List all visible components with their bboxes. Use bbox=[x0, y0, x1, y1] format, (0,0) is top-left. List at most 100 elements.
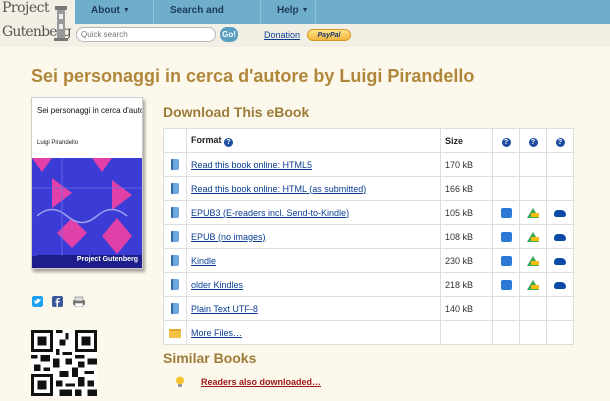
size-cell: 218 kB bbox=[440, 272, 493, 297]
facebook-icon[interactable] bbox=[52, 296, 63, 307]
onedrive-icon[interactable] bbox=[554, 281, 566, 289]
row-icon-cell bbox=[163, 296, 187, 321]
table-row: EPUB3 (E-readers incl. Send-to-Kindle) 10… bbox=[163, 200, 574, 225]
search-go-button[interactable]: Go! bbox=[220, 27, 238, 42]
table-row: EPUB (no images) 108 kB bbox=[163, 224, 574, 249]
logo-line1: Project bbox=[2, 0, 50, 16]
table-row: older Kindles 218 kB bbox=[163, 272, 574, 297]
quick-search-input[interactable] bbox=[76, 27, 216, 42]
nav-help[interactable]: Help ▼ bbox=[261, 0, 316, 24]
dropbox-cell bbox=[492, 320, 520, 345]
dropbox-cell[interactable] bbox=[492, 200, 520, 225]
nav-about[interactable]: About ▼ bbox=[75, 0, 154, 24]
header-dropbox-help: ? bbox=[492, 128, 520, 153]
gdrive-cell bbox=[519, 152, 547, 177]
cover-author: Luigi Pirandello bbox=[37, 140, 79, 146]
onedrive-icon[interactable] bbox=[554, 257, 566, 265]
dropbox-icon[interactable] bbox=[500, 279, 512, 290]
lightbulb-icon bbox=[176, 376, 184, 387]
size-cell bbox=[440, 320, 493, 345]
readers-also-downloaded-link[interactable]: Readers also downloaded… bbox=[201, 377, 321, 387]
gdrive-cell[interactable] bbox=[519, 224, 547, 249]
format-cell: More Files… bbox=[186, 320, 441, 345]
cover-art-image bbox=[32, 158, 142, 268]
gdrive-cell bbox=[519, 176, 547, 201]
onedrive-cell[interactable] bbox=[546, 248, 574, 273]
header-onedrive-help: ? bbox=[546, 128, 574, 153]
paypal-button[interactable]: PayPal bbox=[307, 29, 351, 41]
qr-code-image bbox=[31, 330, 97, 396]
format-cell: EPUB3 (E-readers incl. Send-to-Kindle) bbox=[186, 200, 441, 225]
book-icon bbox=[171, 303, 179, 315]
google-drive-icon[interactable] bbox=[527, 255, 539, 266]
onedrive-icon[interactable] bbox=[554, 209, 566, 217]
dropbox-cell bbox=[492, 296, 520, 321]
format-link[interactable]: Kindle bbox=[191, 256, 216, 266]
format-link[interactable]: older Kindles bbox=[191, 280, 243, 290]
nav-search-browse[interactable]: Search and Browse▼ bbox=[154, 0, 261, 38]
book-icon bbox=[171, 279, 179, 291]
help-icon[interactable]: ? bbox=[501, 137, 511, 147]
dropbox-cell[interactable] bbox=[492, 224, 520, 249]
google-drive-icon[interactable] bbox=[527, 279, 539, 290]
header-format: Format ? bbox=[186, 128, 441, 153]
chevron-down-icon: ▼ bbox=[122, 7, 130, 14]
gdrive-cell bbox=[519, 296, 547, 321]
gdrive-cell[interactable] bbox=[519, 200, 547, 225]
onedrive-cell bbox=[546, 320, 574, 345]
page-title: Sei personaggi in cerca d'autore by Luig… bbox=[31, 66, 475, 86]
format-link[interactable]: EPUB (no images) bbox=[191, 232, 266, 242]
download-heading: Download This eBook bbox=[163, 104, 310, 120]
table-header-row: Format ? Size ? ? ? bbox=[163, 128, 574, 153]
help-icon[interactable]: ? bbox=[528, 137, 538, 147]
format-link[interactable]: Plain Text UTF-8 bbox=[191, 304, 258, 314]
format-link[interactable]: Read this book online: HTML5 bbox=[191, 160, 312, 170]
google-drive-icon[interactable] bbox=[527, 207, 539, 218]
book-icon bbox=[171, 255, 179, 267]
book-cover: Sei personaggi in cerca d'autore Luigi P… bbox=[31, 97, 143, 269]
project-gutenberg-logo[interactable]: Project Gutenberg bbox=[0, 0, 75, 47]
table-row: Plain Text UTF-8 140 kB bbox=[163, 296, 574, 321]
nav-help-label: Help bbox=[277, 5, 299, 16]
size-cell: 105 kB bbox=[440, 200, 493, 225]
dropbox-cell[interactable] bbox=[492, 248, 520, 273]
format-cell: Read this book online: HTML (as submitte… bbox=[186, 176, 441, 201]
twitter-icon[interactable] bbox=[32, 296, 43, 307]
format-link[interactable]: Read this book online: HTML (as submitte… bbox=[191, 184, 366, 194]
site-header: Project Gutenberg About▼ Search and Brow… bbox=[0, 0, 610, 47]
format-cell: older Kindles bbox=[186, 272, 441, 297]
onedrive-icon[interactable] bbox=[554, 233, 566, 241]
format-link[interactable]: More Files… bbox=[191, 328, 242, 338]
format-cell: EPUB (no images) bbox=[186, 224, 441, 249]
onedrive-cell bbox=[546, 176, 574, 201]
table-row: Read this book online: HTML (as submitte… bbox=[163, 176, 574, 201]
dropbox-icon[interactable] bbox=[500, 255, 512, 266]
book-icon bbox=[171, 207, 179, 219]
onedrive-cell[interactable] bbox=[546, 272, 574, 297]
format-cell: Kindle bbox=[186, 248, 441, 273]
size-cell: 230 kB bbox=[440, 248, 493, 273]
gdrive-cell bbox=[519, 320, 547, 345]
dropbox-icon[interactable] bbox=[500, 231, 512, 242]
size-cell: 140 kB bbox=[440, 296, 493, 321]
gdrive-cell[interactable] bbox=[519, 248, 547, 273]
print-icon[interactable] bbox=[72, 296, 86, 307]
help-icon[interactable]: ? bbox=[224, 137, 234, 147]
google-drive-icon[interactable] bbox=[527, 231, 539, 242]
format-link[interactable]: EPUB3 (E-readers incl. Send-to-Kindle) bbox=[191, 208, 349, 218]
dropbox-cell[interactable] bbox=[492, 272, 520, 297]
row-icon-cell bbox=[163, 176, 187, 201]
onedrive-cell bbox=[546, 296, 574, 321]
size-cell: 166 kB bbox=[440, 176, 493, 201]
dropbox-icon[interactable] bbox=[500, 207, 512, 218]
download-table: Format ? Size ? ? ? Read this book onlin… bbox=[163, 128, 574, 345]
dropbox-cell bbox=[492, 152, 520, 177]
onedrive-cell[interactable] bbox=[546, 200, 574, 225]
donation-link[interactable]: Donation bbox=[264, 30, 300, 40]
onedrive-cell[interactable] bbox=[546, 224, 574, 249]
header-size: Size bbox=[440, 128, 493, 153]
help-icon[interactable]: ? bbox=[555, 137, 565, 147]
gdrive-cell[interactable] bbox=[519, 272, 547, 297]
row-icon-cell bbox=[163, 200, 187, 225]
table-row: Kindle 230 kB bbox=[163, 248, 574, 273]
